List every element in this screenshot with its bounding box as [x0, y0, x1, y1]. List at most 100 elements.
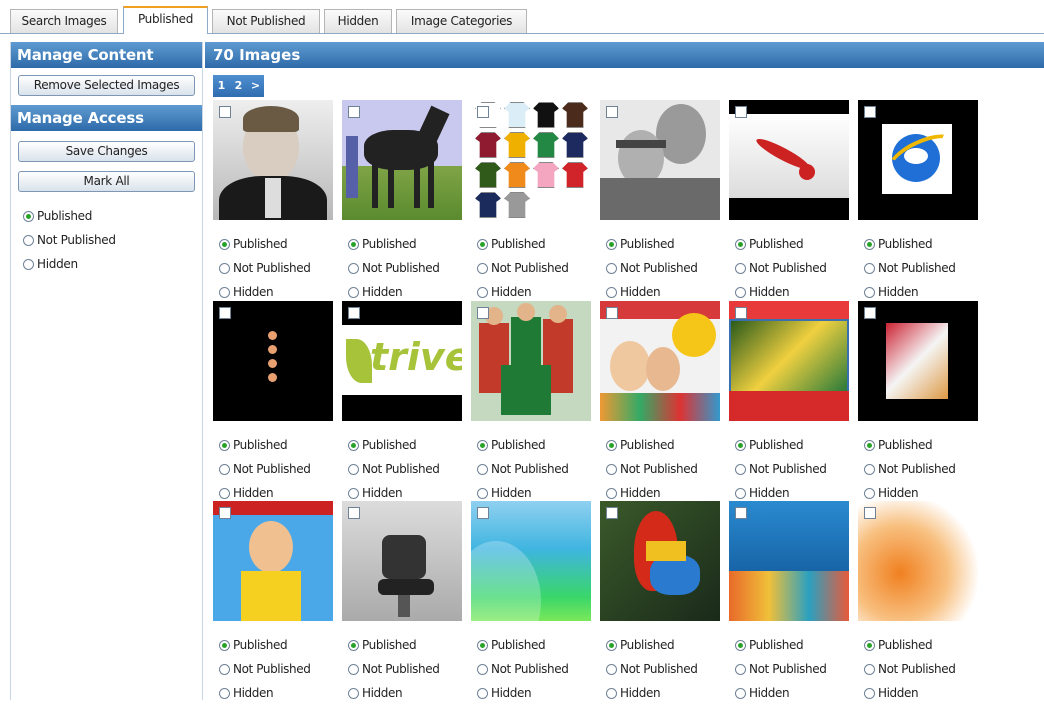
status-option-published[interactable]: Published	[471, 633, 591, 657]
page-1-link[interactable]: 1	[213, 75, 230, 97]
select-image-checkbox[interactable]	[735, 507, 747, 519]
filter-published[interactable]: Published	[11, 204, 202, 228]
radio-hidden[interactable]	[348, 286, 359, 298]
select-image-checkbox[interactable]	[219, 507, 231, 519]
radio-published[interactable]	[606, 639, 617, 651]
tab-hidden[interactable]: Hidden	[324, 9, 392, 33]
image-thumbnail[interactable]	[729, 501, 849, 621]
radio-not-published[interactable]	[219, 663, 230, 675]
select-image-checkbox[interactable]	[219, 106, 231, 118]
remove-selected-images-button[interactable]: Remove Selected Images	[18, 75, 195, 96]
radio-not-published[interactable]	[735, 463, 746, 475]
image-thumbnail[interactable]	[471, 301, 591, 421]
radio-published[interactable]	[23, 210, 34, 222]
status-option-published[interactable]: Published	[471, 433, 591, 457]
status-option-published[interactable]: Published	[600, 633, 720, 657]
status-option-published[interactable]: Published	[729, 633, 849, 657]
radio-hidden[interactable]	[735, 286, 746, 298]
status-option-not-published[interactable]: Not Published	[213, 657, 333, 681]
radio-hidden[interactable]	[348, 687, 359, 699]
select-image-checkbox[interactable]	[864, 307, 876, 319]
radio-hidden[interactable]	[477, 687, 488, 699]
status-option-not-published[interactable]: Not Published	[600, 657, 720, 681]
radio-published[interactable]	[348, 439, 359, 451]
status-option-published[interactable]: Published	[213, 633, 333, 657]
image-thumbnail[interactable]	[342, 501, 462, 621]
status-option-not-published[interactable]: Not Published	[213, 256, 333, 280]
status-option-not-published[interactable]: Not Published	[600, 457, 720, 481]
status-option-not-published[interactable]: Not Published	[471, 457, 591, 481]
radio-hidden[interactable]	[864, 286, 875, 298]
image-thumbnail[interactable]	[471, 100, 591, 220]
image-thumbnail[interactable]	[471, 501, 591, 621]
radio-hidden[interactable]	[219, 687, 230, 699]
mark-all-button[interactable]: Mark All	[18, 171, 195, 192]
status-option-not-published[interactable]: Not Published	[600, 256, 720, 280]
select-image-checkbox[interactable]	[348, 307, 360, 319]
radio-not-published[interactable]	[348, 663, 359, 675]
image-thumbnail[interactable]	[858, 501, 978, 621]
radio-published[interactable]	[477, 238, 488, 250]
radio-hidden[interactable]	[477, 487, 488, 499]
radio-hidden[interactable]	[23, 258, 34, 270]
radio-not-published[interactable]	[219, 262, 230, 274]
radio-published[interactable]	[219, 238, 230, 250]
select-image-checkbox[interactable]	[735, 106, 747, 118]
radio-not-published[interactable]	[606, 463, 617, 475]
radio-hidden[interactable]	[864, 487, 875, 499]
radio-hidden[interactable]	[348, 487, 359, 499]
status-option-not-published[interactable]: Not Published	[342, 457, 462, 481]
save-changes-button[interactable]: Save Changes	[18, 141, 195, 162]
status-option-not-published[interactable]: Not Published	[858, 657, 978, 681]
radio-not-published[interactable]	[219, 463, 230, 475]
status-option-not-published[interactable]: Not Published	[729, 457, 849, 481]
radio-published[interactable]	[735, 639, 746, 651]
radio-published[interactable]	[864, 439, 875, 451]
radio-not-published[interactable]	[477, 463, 488, 475]
radio-published[interactable]	[477, 639, 488, 651]
image-thumbnail[interactable]	[213, 100, 333, 220]
radio-published[interactable]	[606, 238, 617, 250]
select-image-checkbox[interactable]	[477, 507, 489, 519]
status-option-published[interactable]: Published	[729, 433, 849, 457]
image-thumbnail[interactable]	[858, 100, 978, 220]
image-thumbnail[interactable]	[729, 301, 849, 421]
image-thumbnail[interactable]	[600, 100, 720, 220]
tab-not-published[interactable]: Not Published	[212, 9, 320, 33]
radio-not-published[interactable]	[477, 262, 488, 274]
image-thumbnail[interactable]	[729, 100, 849, 220]
status-option-hidden[interactable]: Hidden	[213, 681, 333, 705]
tab-image-categories[interactable]: Image Categories	[396, 9, 527, 33]
radio-not-published[interactable]	[477, 663, 488, 675]
radio-hidden[interactable]	[606, 687, 617, 699]
image-thumbnail[interactable]	[342, 100, 462, 220]
status-option-published[interactable]: Published	[729, 232, 849, 256]
status-option-published[interactable]: Published	[342, 633, 462, 657]
radio-hidden[interactable]	[219, 286, 230, 298]
status-option-not-published[interactable]: Not Published	[471, 256, 591, 280]
radio-published[interactable]	[219, 639, 230, 651]
select-image-checkbox[interactable]	[219, 307, 231, 319]
status-option-published[interactable]: Published	[471, 232, 591, 256]
radio-hidden[interactable]	[606, 286, 617, 298]
status-option-published[interactable]: Published	[858, 633, 978, 657]
select-image-checkbox[interactable]	[606, 307, 618, 319]
status-option-not-published[interactable]: Not Published	[213, 457, 333, 481]
select-image-checkbox[interactable]	[606, 106, 618, 118]
radio-not-published[interactable]	[864, 663, 875, 675]
select-image-checkbox[interactable]	[735, 307, 747, 319]
radio-published[interactable]	[735, 238, 746, 250]
radio-hidden[interactable]	[864, 687, 875, 699]
radio-not-published[interactable]	[23, 234, 34, 246]
radio-hidden[interactable]	[735, 487, 746, 499]
status-option-published[interactable]: Published	[600, 232, 720, 256]
filter-hidden[interactable]: Hidden	[11, 252, 202, 276]
image-thumbnail[interactable]	[858, 301, 978, 421]
radio-published[interactable]	[348, 238, 359, 250]
status-option-not-published[interactable]: Not Published	[342, 256, 462, 280]
radio-published[interactable]	[864, 639, 875, 651]
image-thumbnail[interactable]	[213, 501, 333, 621]
select-image-checkbox[interactable]	[477, 106, 489, 118]
image-thumbnail[interactable]	[600, 501, 720, 621]
radio-hidden[interactable]	[606, 487, 617, 499]
